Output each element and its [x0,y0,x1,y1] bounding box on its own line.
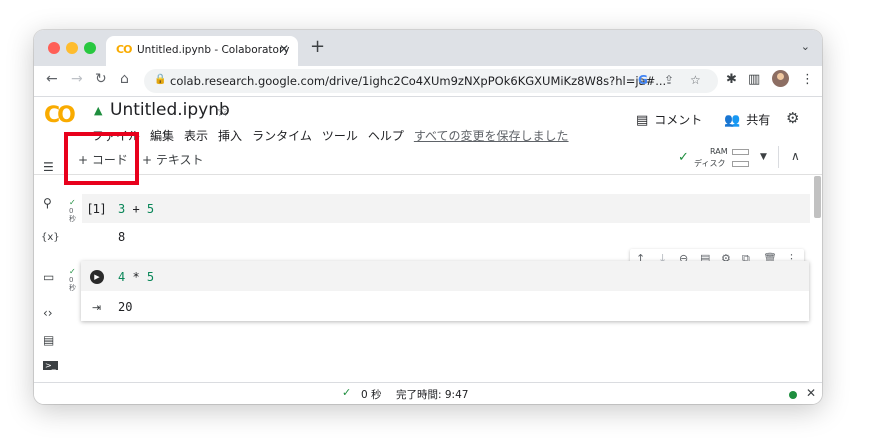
cell-1-status: ✓ 0 秒 [69,198,76,223]
code-cell-2-input[interactable] [81,261,809,291]
side-panel-icon[interactable]: ▥ [748,72,760,87]
toolbar-divider [778,146,779,168]
cell-2-check: ✓ [69,267,76,276]
status-completed-time: 完了時間: 9:47 [396,389,469,401]
cell-1-num-b: 5 [146,202,155,216]
code-cell-1-input[interactable] [82,194,810,223]
reload-icon[interactable]: ↻ [95,71,107,87]
ram-label: RAM [710,147,728,156]
variables-icon[interactable]: {x} [41,232,60,243]
menu-edit[interactable]: 編集 [150,129,174,143]
cell-1-exec-count: [1] [88,202,105,216]
comment-icon: ▤ [636,113,649,128]
cell-1-output: 8 [118,230,126,244]
connected-check-icon: ✓ [678,150,689,165]
address-bar[interactable]: 🔒 colab.research.google.com/drive/1ighc2… [144,69,718,93]
status-elapsed: 0 秒 [361,389,382,401]
cell-2-seconds: 0 [69,276,74,284]
menu-insert[interactable]: 挿入 [218,129,242,143]
minimize-window-button[interactable] [66,42,78,54]
scrollbar[interactable] [814,176,821,218]
close-window-button[interactable] [48,42,60,54]
terminal-icon[interactable]: >_ [43,361,58,370]
command-palette-icon[interactable]: ▤ [43,333,54,347]
maximize-window-button[interactable] [84,42,96,54]
avatar-face [777,73,784,80]
cell-1-seconds: 0 [69,207,74,215]
share-button[interactable]: 👥 共有 [724,111,770,128]
new-tab-button[interactable]: + [310,36,325,57]
search-icon[interactable]: ⚲ [43,196,52,210]
menu-tools[interactable]: ツール [322,129,358,143]
share-label: 共有 [746,113,771,127]
cell-2-status: ✓ 0 秒 [69,267,76,292]
folder-icon[interactable]: ▭ [43,270,54,284]
cell-2-operator: * [125,270,147,284]
browser-tab-colab[interactable]: CO Untitled.ipynb - Colaboratory ✕ [106,36,298,66]
status-close-icon[interactable]: ✕ [806,386,816,400]
status-check-icon: ✓ [342,386,352,399]
drive-icon: ▲ [94,104,103,117]
google-lens-icon[interactable]: G [638,73,648,87]
people-icon: 👥 [724,113,741,128]
add-text-button[interactable]: + テキスト [142,151,204,168]
menu-runtime[interactable]: ランタイム [252,129,312,143]
cell-2-num-b: 5 [146,270,155,284]
cell-1-code[interactable]: 3 + 5 [118,202,154,216]
colab-logo[interactable]: CO [44,103,76,128]
toc-icon[interactable]: ☰ [43,160,54,174]
bookmark-star-icon[interactable]: ☆ [690,73,701,87]
connection-status-dot [789,391,797,399]
disk-usage-bar[interactable] [732,161,749,167]
notebook-title[interactable]: Untitled.ipynb [110,100,230,120]
gear-icon[interactable]: ⚙ [786,109,799,127]
cell-2-unit: 秒 [69,284,76,292]
highlight-annotation-box [64,132,139,185]
star-icon[interactable]: ☆ [216,102,229,120]
ram-usage-bar[interactable] [732,149,749,155]
tab-close-icon[interactable]: ✕ [279,42,289,56]
browser-window: CO Untitled.ipynb - Colaboratory ✕ + ⌄ ←… [34,30,822,404]
cell-2-code[interactable]: 4 * 5 [118,270,154,284]
cell-1-operator: + [125,202,147,216]
back-arrow-icon[interactable]: ← [46,71,58,87]
lock-icon[interactable]: 🔒 [154,74,166,85]
save-status-link[interactable]: すべての変更を保存しました [414,129,569,143]
share-page-icon[interactable]: ⇪ [664,73,674,87]
tab-search-chevron-icon[interactable]: ⌄ [801,40,810,53]
menu-view[interactable]: 表示 [184,129,208,143]
cell-1-check: ✓ [69,198,76,207]
tab-title: Untitled.ipynb - Colaboratory [137,44,290,56]
run-icon[interactable]: ▶ [90,270,104,284]
collapse-header-icon[interactable]: ∧ [791,149,800,163]
browser-menu-icon[interactable]: ⋮ [801,72,814,87]
cell-2-output: 20 [118,300,133,314]
extensions-puzzle-icon[interactable]: ✱ [726,72,737,87]
url-text: colab.research.google.com/drive/1ighc2Co… [170,74,667,88]
forward-arrow-icon[interactable]: → [71,71,83,87]
comment-label: コメント [654,113,703,127]
cell-1-unit: 秒 [69,215,76,223]
home-icon[interactable]: ⌂ [120,71,129,87]
resources-dropdown-icon[interactable]: ▼ [760,152,767,162]
disk-label: ディスク [694,159,726,168]
menu-help[interactable]: ヘルプ [368,129,404,143]
comment-button[interactable]: ▤ コメント [636,111,702,128]
output-icon[interactable]: ⇥ [92,301,101,314]
code-snippets-icon[interactable]: ‹› [43,306,53,320]
colab-favicon-icon: CO [116,43,132,56]
